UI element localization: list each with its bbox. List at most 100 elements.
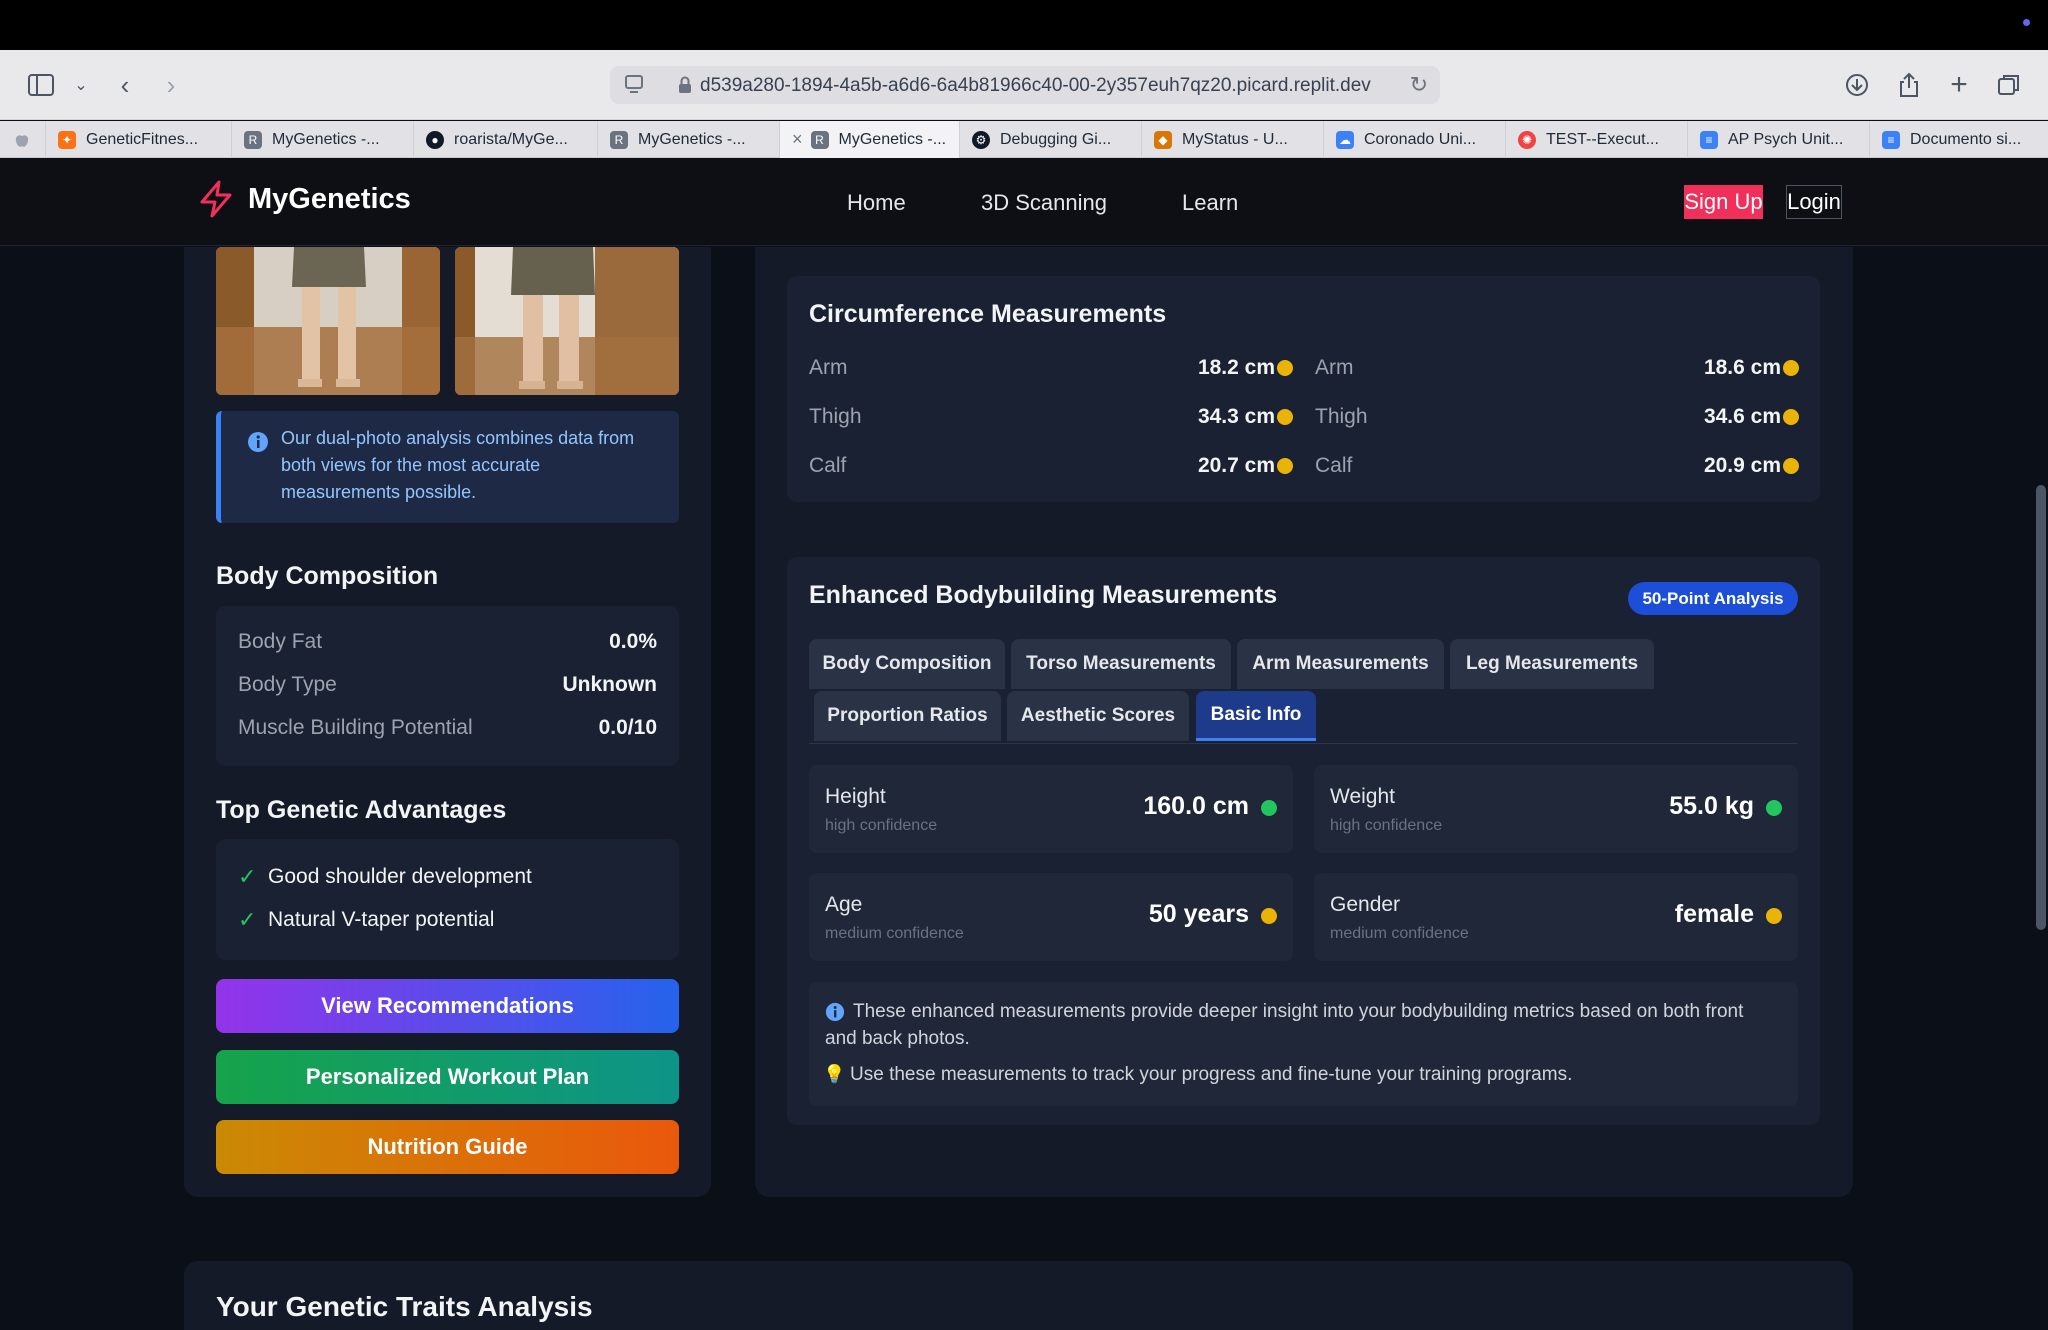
tab-mystatus[interactable]: ◆ MyStatus - U... — [1142, 121, 1324, 158]
age-label: Age — [825, 893, 863, 916]
tab-label: GeneticFitnes... — [86, 130, 199, 148]
tab-ap-psych[interactable]: ≡ AP Psych Unit... — [1688, 121, 1870, 158]
tab-label: MyStatus - U... — [1182, 130, 1288, 148]
address-bar[interactable]: d539a280-1894-4a5b-a6d6-6a4b81966c40-00-… — [610, 66, 1440, 104]
page-scrollbar[interactable] — [2036, 485, 2046, 930]
replit-r-icon: R — [610, 130, 628, 149]
tab-label: Debugging Gi... — [1000, 130, 1112, 148]
tab-test[interactable]: ✺ TEST--Execut... — [1506, 121, 1688, 158]
lightning-icon — [200, 180, 232, 218]
tab-label: MyGenetics -... — [638, 130, 746, 148]
lock-icon — [678, 76, 692, 99]
genetic-traits-card: Your Genetic Traits Analysis — [184, 1261, 1853, 1330]
dual-photo-info: Our dual-photo analysis combines data fr… — [216, 411, 679, 523]
shield-icon: ◆ — [1154, 130, 1172, 149]
docs-icon: ≡ — [1882, 130, 1900, 149]
info-icon — [247, 431, 269, 458]
tab-divider — [809, 743, 1798, 744]
circumference-title: Circumference Measurements — [809, 300, 1167, 328]
status-dot — [1766, 800, 1782, 816]
status-dot — [1783, 360, 1799, 376]
asana-icon: ✺ — [1518, 130, 1536, 149]
height-label: Height — [825, 785, 886, 808]
tab-proportion-ratios[interactable]: Proportion Ratios — [814, 691, 1001, 741]
close-tab-icon[interactable]: × — [792, 129, 803, 150]
weight-metric: Weight high confidence 55.0 kg — [1314, 765, 1798, 853]
tab-label: roarista/MyGe... — [454, 130, 568, 148]
docs-icon: ≡ — [1700, 130, 1718, 149]
tab-torso-measurements[interactable]: Torso Measurements — [1011, 639, 1231, 689]
right-thigh-value: 34.6 cm — [1703, 405, 1781, 428]
body-composition-title: Body Composition — [216, 562, 439, 590]
url-text: d539a280-1894-4a5b-a6d6-6a4b81966c40-00-… — [700, 75, 1371, 96]
left-calf-label: Calf — [809, 454, 847, 477]
genetic-advantages-panel: ✓ Good shoulder development ✓ Natural V-… — [216, 839, 679, 960]
sign-up-button[interactable]: Sign Up — [1684, 185, 1763, 219]
apple-icon[interactable] — [0, 121, 46, 158]
nutrition-guide-button[interactable]: Nutrition Guide — [216, 1120, 679, 1174]
status-dot — [1261, 908, 1277, 924]
analysis-badge: 50-Point Analysis — [1628, 582, 1798, 615]
tab-documento[interactable]: ≡ Documento si... — [1870, 121, 2048, 158]
tab-geneticfitness[interactable]: ✦ GeneticFitnes... — [46, 121, 232, 158]
replit-r-icon: R — [810, 130, 829, 149]
gender-metric: Gender medium confidence female — [1314, 873, 1798, 961]
tab-mygenetics-1[interactable]: R MyGenetics -... — [232, 121, 414, 158]
muscle-potential-label: Muscle Building Potential — [238, 716, 473, 739]
page-settings-icon[interactable] — [624, 74, 646, 99]
nav-learn[interactable]: Learn — [1182, 190, 1238, 216]
login-button[interactable]: Login — [1786, 185, 1842, 219]
view-recommendations-button[interactable]: View Recommendations — [216, 979, 679, 1033]
height-metric: Height high confidence 160.0 cm — [809, 765, 1293, 853]
tab-mygenetics-active[interactable]: × R MyGenetics -... — [780, 121, 960, 158]
tab-aesthetic-scores[interactable]: Aesthetic Scores — [1007, 691, 1189, 741]
left-thigh-label: Thigh — [809, 405, 862, 428]
reload-icon[interactable]: ↻ — [1410, 72, 1428, 98]
nav-home[interactable]: Home — [847, 190, 906, 216]
right-arm-value: 18.6 cm — [1703, 356, 1781, 379]
browser-tab-bar: ✦ GeneticFitnes... R MyGenetics -... ● roar… — [0, 121, 2048, 158]
status-dot — [1783, 409, 1799, 425]
system-menu-bar — [0, 0, 2048, 50]
workout-plan-button[interactable]: Personalized Workout Plan — [216, 1050, 679, 1104]
tab-github[interactable]: ● roarista/MyGe... — [414, 121, 598, 158]
tab-mygenetics-2[interactable]: R MyGenetics -... — [598, 121, 780, 158]
tab-body-composition[interactable]: Body Composition — [809, 639, 1005, 689]
body-type-label: Body Type — [238, 673, 337, 696]
forward-icon[interactable]: › — [156, 70, 186, 100]
brand-logo-link[interactable]: MyGenetics — [198, 180, 411, 218]
tab-label: MyGenetics -... — [272, 130, 380, 148]
check-icon: ✓ — [238, 907, 257, 932]
check-icon: ✓ — [238, 864, 257, 889]
chevron-down-icon[interactable]: ⌄ — [66, 70, 96, 100]
downloads-icon[interactable] — [1842, 70, 1872, 100]
share-icon[interactable] — [1894, 70, 1924, 100]
enhanced-measurements-panel: Enhanced Bodybuilding Measurements 50-Po… — [787, 557, 1820, 1125]
genetic-advantages-title: Top Genetic Advantages — [216, 796, 507, 824]
tab-label: MyGenetics -... — [838, 130, 947, 148]
right-thigh-label: Thigh — [1315, 405, 1368, 428]
app-header: MyGenetics Home 3D Scanning Learn Sign U… — [0, 158, 2048, 246]
tab-overview-icon[interactable] — [1994, 70, 2024, 100]
left-arm-value: 18.2 cm — [1197, 356, 1275, 379]
new-tab-icon[interactable]: + — [1944, 68, 1974, 101]
back-icon[interactable]: ‹ — [110, 70, 140, 100]
tab-basic-info[interactable]: Basic Info — [1196, 691, 1316, 741]
front-photo — [216, 247, 440, 395]
tab-coronado[interactable]: ☁ Coronado Uni... — [1324, 121, 1506, 158]
tab-arm-measurements[interactable]: Arm Measurements — [1237, 639, 1444, 689]
sidebar-toggle-icon[interactable] — [26, 70, 56, 100]
status-dot — [2023, 19, 2030, 26]
page-content: Our dual-photo analysis combines data fr… — [0, 247, 2048, 1330]
openai-icon: ⚙ — [972, 130, 990, 149]
cloud-icon: ☁ — [1336, 130, 1354, 149]
tab-leg-measurements[interactable]: Leg Measurements — [1450, 639, 1654, 689]
sparkle-icon: ✦ — [58, 130, 76, 149]
advantage-item: Good shoulder development — [268, 865, 532, 888]
body-fat-value: 0.0% — [609, 630, 657, 653]
tab-label: AP Psych Unit... — [1728, 130, 1844, 148]
tab-debugging[interactable]: ⚙ Debugging Gi... — [960, 121, 1142, 158]
brand-name: MyGenetics — [248, 182, 411, 215]
nav-3d-scanning[interactable]: 3D Scanning — [981, 190, 1107, 216]
status-dot — [1783, 458, 1799, 474]
